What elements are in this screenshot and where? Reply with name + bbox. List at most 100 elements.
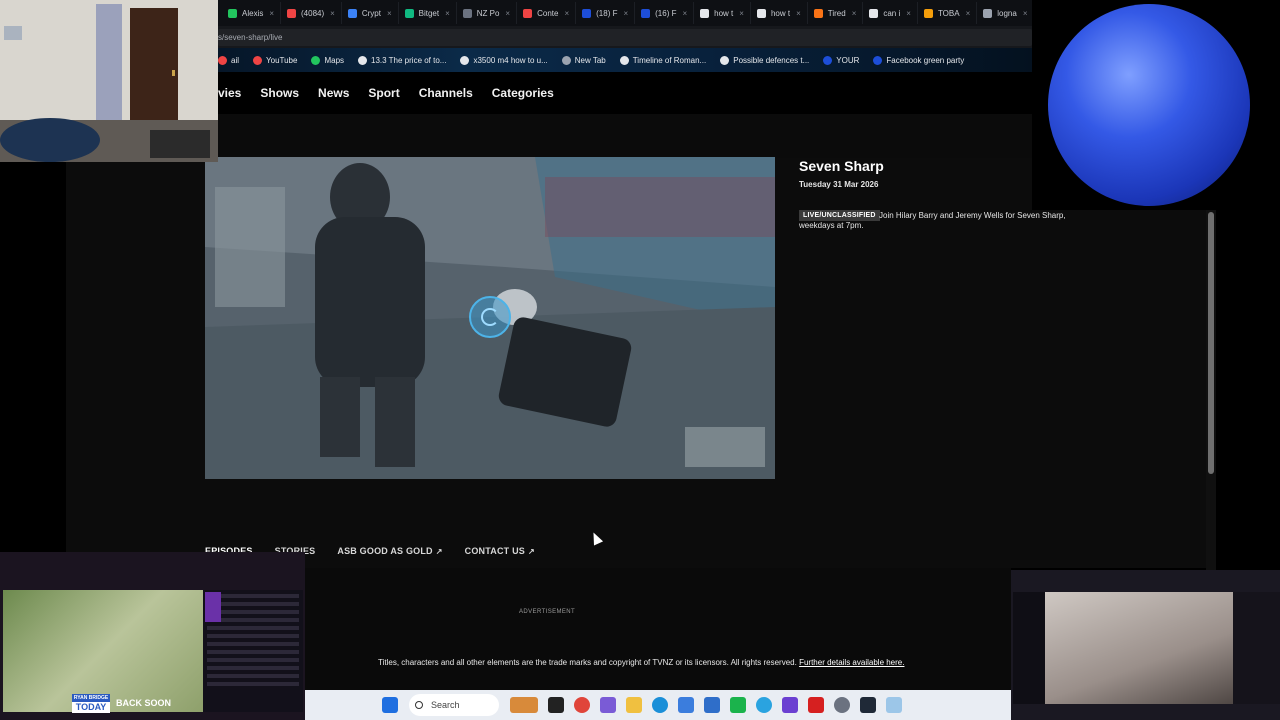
close-tab-icon[interactable]: × (682, 9, 687, 18)
close-tab-icon[interactable]: × (906, 9, 911, 18)
tab-favicon-icon (700, 8, 710, 18)
tab-label: Tired (827, 8, 846, 18)
windows-start-icon[interactable] (382, 697, 398, 713)
store-icon[interactable] (704, 697, 720, 713)
tab-label: Alexis (242, 8, 264, 18)
obs-icon[interactable] (782, 697, 798, 713)
browser-tab[interactable]: (16) F × (635, 2, 695, 24)
task-view-icon[interactable] (548, 697, 564, 713)
browser-tab[interactable]: Alexis × (222, 2, 282, 24)
loading-spinner-icon (469, 296, 511, 338)
tab-label: can i (883, 8, 901, 18)
nav-item-categories[interactable]: Categories (492, 86, 554, 100)
browser-tab[interactable]: how t × (694, 2, 751, 24)
show-description: Join Hilary Barry and Jeremy Wells for S… (879, 211, 1066, 220)
close-tab-icon[interactable]: × (623, 9, 628, 18)
nav-item-shows[interactable]: Shows (260, 86, 299, 100)
browser-tab[interactable]: (18) F × (576, 2, 636, 24)
browser-tab[interactable]: Conte × (517, 2, 577, 24)
bookmark-favicon-icon (218, 55, 227, 65)
browser-tab[interactable]: can i × (863, 2, 918, 24)
app-icon-red[interactable] (808, 697, 824, 713)
browser-tab[interactable]: NZ Po × (457, 2, 518, 24)
close-tab-icon[interactable]: × (796, 9, 801, 18)
tab-label: (18) F (596, 8, 618, 18)
tab-favicon-icon (923, 8, 933, 18)
copyright-notice: Titles, characters and all other element… (378, 658, 904, 667)
nav-item-channels[interactable]: Channels (419, 86, 473, 100)
bookmark-item[interactable]: YouTube (253, 55, 297, 65)
browser-tab[interactable]: how t × (751, 2, 808, 24)
bookmark-item[interactable]: Timeline of Roman... (619, 55, 706, 65)
bookmark-item[interactable]: Possible defences t... (720, 55, 810, 65)
bookmark-item[interactable]: New Tab (561, 55, 606, 65)
tab-asb-good-as-gold[interactable]: ASB GOOD AS GOLD ↗ (337, 546, 442, 556)
taskbar-search[interactable]: Search (409, 694, 499, 716)
tab-favicon-icon (404, 8, 414, 18)
close-tab-icon[interactable]: × (739, 9, 744, 18)
close-tab-icon[interactable]: × (852, 9, 857, 18)
close-tab-icon[interactable]: × (505, 9, 510, 18)
tab-favicon-icon (462, 8, 472, 18)
tab-contact-us[interactable]: CONTACT US ↗ (465, 546, 535, 556)
close-tab-icon[interactable]: × (564, 9, 569, 18)
scrollbar-thumb[interactable] (1208, 212, 1214, 474)
bookmark-favicon-icon (561, 55, 571, 65)
chrome-icon[interactable] (574, 697, 590, 713)
browser-tab-bar: Alexis × (4084) × Crypt × Bitget × NZ Po × Conte ×(… (218, 0, 1032, 26)
bookmark-item[interactable]: Facebook green party (873, 55, 964, 65)
bookmark-label: New Tab (574, 55, 606, 65)
tab-contact-label: CONTACT US (464, 546, 525, 556)
file-explorer-icon[interactable] (626, 697, 642, 713)
tab-favicon-icon (228, 8, 237, 18)
bookmark-item[interactable]: Maps (311, 55, 345, 65)
back-soon-label: BACK SOON (116, 698, 172, 708)
taskbar-search-label: Search (431, 700, 460, 710)
app-icon-dark[interactable] (860, 697, 876, 713)
close-tab-icon[interactable]: × (269, 9, 274, 18)
taskbar: Search (305, 690, 1011, 720)
tab-label: Crypt (361, 8, 381, 18)
tab-label: (4084) (301, 8, 325, 18)
nav-item-movies[interactable]: vies (218, 86, 241, 100)
close-tab-icon[interactable]: × (330, 9, 335, 18)
bookmark-favicon-icon (823, 55, 833, 65)
edge-icon[interactable] (652, 697, 668, 713)
tab-label: how t (770, 8, 791, 18)
browser-tab[interactable]: (4084) × (281, 2, 342, 24)
close-tab-icon[interactable]: × (445, 9, 450, 18)
browser-tab[interactable]: Bitget × (399, 2, 457, 24)
copilot-icon[interactable] (600, 697, 616, 713)
telegram-icon[interactable] (756, 697, 772, 713)
browser-tab[interactable]: Tired × (808, 2, 864, 24)
close-tab-icon[interactable]: × (387, 9, 392, 18)
bookmark-label: Maps (324, 55, 345, 65)
app-icon-green[interactable] (730, 697, 746, 713)
outlook-icon[interactable] (678, 697, 694, 713)
address-bar[interactable]: s/seven-sharp/live (218, 29, 1032, 46)
tab-asb-label: ASB GOOD AS GOLD (337, 546, 433, 556)
bookmark-favicon-icon (253, 55, 263, 65)
further-details-link[interactable]: Further details available here. (799, 658, 904, 667)
widgets-icon[interactable] (510, 697, 538, 713)
close-tab-icon[interactable]: × (966, 9, 971, 18)
app-icon-light[interactable] (886, 697, 902, 713)
tab-label: NZ Po (476, 8, 500, 18)
browser-tab[interactable]: Crypt × (342, 2, 399, 24)
bookmark-item[interactable]: 13.3 The price of to... (358, 55, 446, 65)
browser-tab[interactable]: TOBA × (918, 2, 978, 24)
tab-label: Conte (537, 8, 559, 18)
close-tab-icon[interactable]: × (1023, 9, 1028, 18)
bookmark-item[interactable]: x3500 m4 how to u... (460, 55, 548, 65)
tab-label: Bitget (418, 8, 440, 18)
tab-label: how t (714, 8, 734, 18)
streamer-chat-panel (1233, 592, 1280, 704)
settings-icon[interactable] (834, 697, 850, 713)
webcam-room-overlay (0, 0, 218, 162)
nav-item-sport[interactable]: Sport (368, 86, 399, 100)
bookmark-label: Possible defences t... (733, 55, 810, 65)
browser-tab[interactable]: logna × (977, 2, 1032, 24)
bookmark-item[interactable]: YOUR (823, 55, 859, 65)
nav-item-news[interactable]: News (318, 86, 349, 100)
bookmark-item[interactable]: ail (218, 55, 239, 65)
